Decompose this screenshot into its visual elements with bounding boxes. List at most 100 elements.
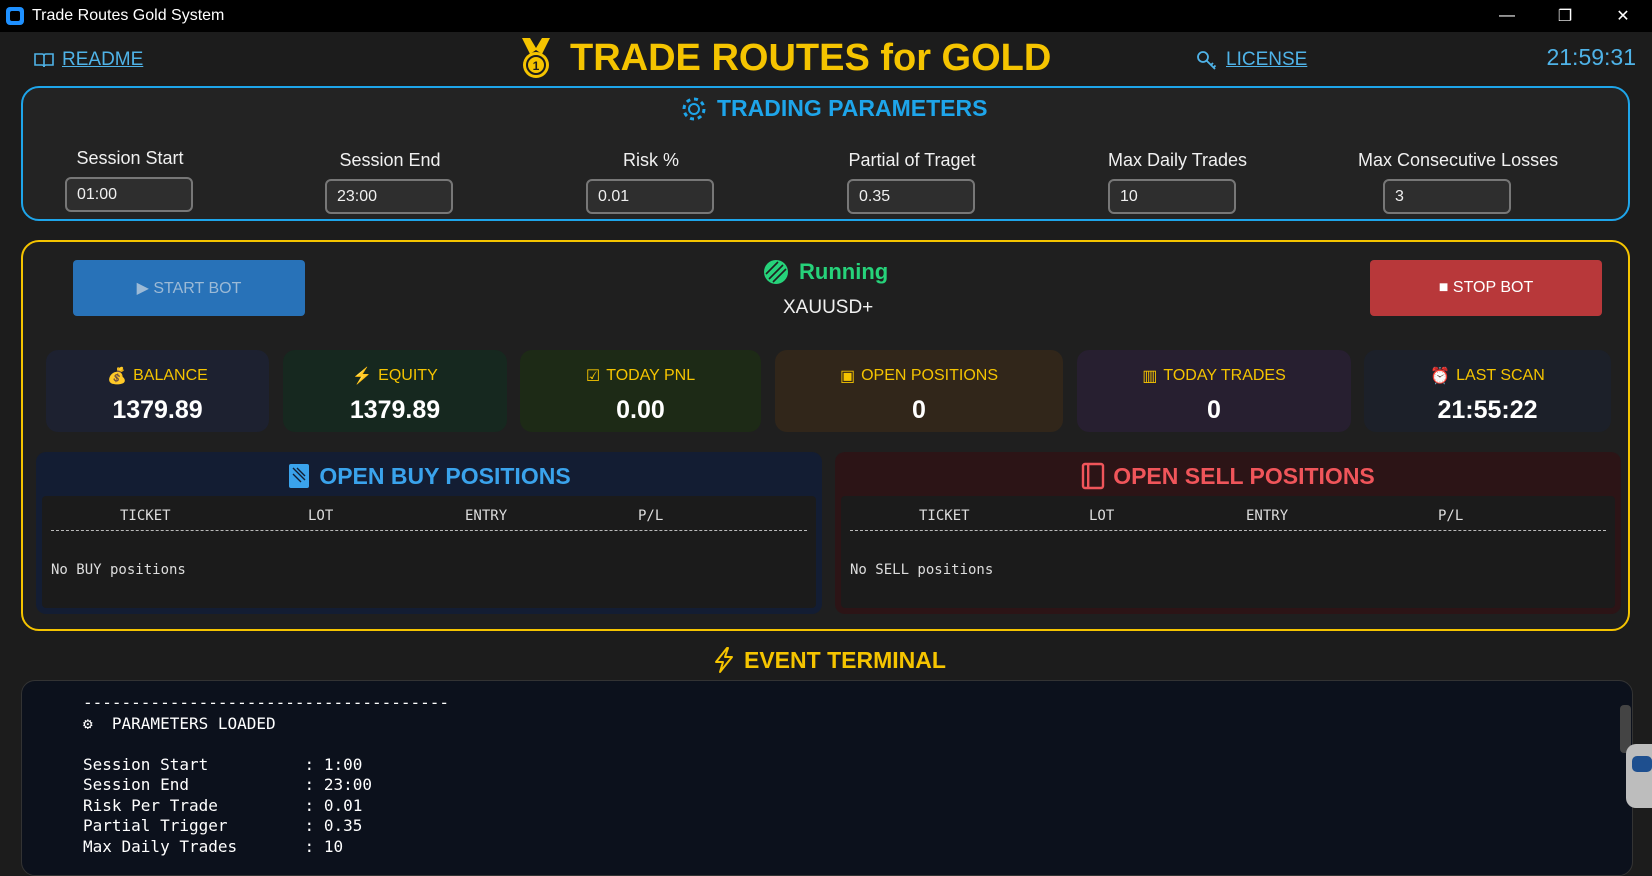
param-label: Session End bbox=[339, 150, 441, 170]
buy-positions-table: TICKET LOT ENTRY P/L No BUY positions bbox=[42, 496, 816, 608]
column-entry: ENTRY bbox=[465, 508, 508, 524]
max-consecutive-losses-input[interactable] bbox=[1383, 179, 1511, 214]
stop-bot-button[interactable]: ■ STOP BOT bbox=[1370, 260, 1602, 316]
app-header: README 1 TRADE ROUTES for GOLD LICENSE 2… bbox=[0, 32, 1652, 86]
session-end-input[interactable] bbox=[325, 179, 453, 214]
alarm-clock-icon: ⏰ bbox=[1430, 368, 1451, 385]
column-pl: P/L bbox=[1438, 508, 1464, 524]
app-title: 1 TRADE ROUTES for GOLD bbox=[514, 36, 1051, 80]
param-label: Partial of Traget bbox=[848, 150, 976, 170]
minimize-button[interactable]: — bbox=[1478, 0, 1536, 32]
today-pnl-label-text: TODAY PNL bbox=[606, 367, 696, 384]
buy-empty-message: No BUY positions bbox=[51, 562, 186, 578]
balance-card: 💰 BALANCE 1379.89 bbox=[46, 350, 269, 432]
license-label: LICENSE bbox=[1226, 49, 1308, 70]
open-buy-positions-panel: OPEN BUY POSITIONS TICKET LOT ENTRY P/L … bbox=[36, 452, 822, 614]
today-trades-label-text: TODAY TRADES bbox=[1163, 367, 1286, 384]
chart-icon: ☑ bbox=[585, 368, 601, 385]
gear-icon bbox=[682, 97, 706, 120]
today-trades-label: ▥ TODAY TRADES bbox=[1077, 366, 1351, 386]
param-session-end: Session End bbox=[325, 150, 565, 214]
today-trades-value: 0 bbox=[1207, 396, 1221, 424]
terminal-line: ⚙ PARAMETERS LOADED bbox=[83, 714, 276, 733]
terminal-line: Session End : 23:00 bbox=[83, 775, 372, 794]
session-start-input[interactable] bbox=[65, 177, 193, 212]
event-terminal-title: EVENT TERMINAL bbox=[712, 646, 946, 674]
param-max-daily-trades: Max Daily Trades bbox=[1108, 150, 1348, 214]
param-risk: Risk % bbox=[586, 150, 826, 214]
column-ticket: TICKET bbox=[120, 508, 171, 524]
trading-parameters-panel: TRADING PARAMETERS Session Start Session… bbox=[21, 86, 1630, 221]
balance-label: 💰 BALANCE bbox=[46, 366, 269, 386]
sell-table-header: TICKET LOT ENTRY P/L bbox=[841, 508, 1615, 526]
sell-positions-table: TICKET LOT ENTRY P/L No SELL positions bbox=[841, 496, 1615, 608]
balance-value: 1379.89 bbox=[112, 396, 203, 424]
red-book-icon bbox=[1082, 462, 1105, 490]
column-entry: ENTRY bbox=[1246, 508, 1289, 524]
event-terminal[interactable]: -------------------------------------- ⚙… bbox=[21, 680, 1633, 876]
param-label: Session Start bbox=[76, 148, 184, 168]
bot-status: Running bbox=[763, 259, 888, 285]
box-icon: ▣ bbox=[839, 368, 856, 385]
column-pl: P/L bbox=[638, 508, 664, 524]
param-max-consecutive-losses: Max Consecutive Losses bbox=[1358, 150, 1623, 214]
teamviewer-widget[interactable] bbox=[1626, 744, 1652, 808]
terminal-line: Session Start : 1:00 bbox=[83, 755, 363, 774]
status-dot-icon bbox=[764, 260, 788, 284]
max-daily-trades-input[interactable] bbox=[1108, 179, 1236, 214]
clock: 21:59:31 bbox=[1546, 44, 1636, 70]
balance-label-text: BALANCE bbox=[133, 367, 208, 384]
param-label: Risk % bbox=[622, 150, 679, 170]
key-icon bbox=[1197, 51, 1217, 70]
today-pnl-value: 0.00 bbox=[616, 396, 665, 424]
readme-link[interactable]: README bbox=[34, 49, 143, 71]
param-session-start: Session Start bbox=[65, 148, 305, 212]
open-positions-value: 0 bbox=[912, 396, 926, 424]
column-lot: LOT bbox=[1089, 508, 1115, 524]
sell-empty-message: No SELL positions bbox=[850, 562, 994, 578]
open-buy-positions-title-text: OPEN BUY POSITIONS bbox=[319, 462, 571, 489]
book-icon bbox=[34, 53, 54, 68]
last-scan-label-text: LAST SCAN bbox=[1456, 367, 1545, 384]
lightning-icon bbox=[715, 647, 733, 673]
buy-table-header: TICKET LOT ENTRY P/L bbox=[42, 508, 816, 526]
today-trades-card: ▥ TODAY TRADES 0 bbox=[1077, 350, 1351, 432]
terminal-line: Partial Trigger : 0.35 bbox=[83, 816, 363, 835]
readme-label: README bbox=[62, 49, 144, 70]
terminal-line: -------------------------------------- bbox=[83, 693, 450, 712]
open-positions-label-text: OPEN POSITIONS bbox=[861, 367, 999, 384]
open-sell-positions-title: OPEN SELL POSITIONS bbox=[835, 462, 1621, 490]
window-controls: — ❐ ✕ bbox=[1478, 0, 1652, 32]
license-link[interactable]: LICENSE bbox=[1196, 49, 1307, 71]
open-buy-positions-title: OPEN BUY POSITIONS bbox=[36, 462, 822, 490]
restore-button[interactable]: ❐ bbox=[1536, 0, 1594, 32]
column-ticket: TICKET bbox=[919, 508, 970, 524]
equity-value: 1379.89 bbox=[349, 396, 441, 424]
blue-book-icon bbox=[289, 464, 310, 488]
status-text: Running bbox=[799, 259, 889, 284]
risk-input[interactable] bbox=[586, 179, 714, 214]
teamviewer-icon bbox=[1632, 756, 1652, 772]
bar-chart-icon: ▥ bbox=[1142, 368, 1158, 385]
app-icon bbox=[6, 7, 24, 25]
trading-parameters-title-text: TRADING PARAMETERS bbox=[717, 95, 988, 121]
last-scan-value: 21:55:22 bbox=[1437, 396, 1538, 424]
window-title: Trade Routes Gold System bbox=[32, 7, 225, 24]
equity-card: ⚡ EQUITY 1379.89 bbox=[283, 350, 507, 432]
partial-target-input[interactable] bbox=[847, 179, 975, 214]
param-partial: Partial of Traget bbox=[847, 150, 1087, 214]
divider bbox=[850, 530, 1606, 531]
symbol-label: XAUUSD+ bbox=[783, 297, 874, 318]
trading-parameters-title: TRADING PARAMETERS bbox=[681, 95, 987, 122]
bot-control-panel: ▶ START BOT Running XAUUSD+ ■ STOP BOT 💰… bbox=[21, 240, 1630, 631]
today-pnl-card: ☑ TODAY PNL 0.00 bbox=[520, 350, 761, 432]
medal-icon: 1 bbox=[522, 38, 550, 78]
start-bot-button[interactable]: ▶ START BOT bbox=[73, 260, 305, 316]
equity-label: ⚡ EQUITY bbox=[283, 366, 507, 386]
open-positions-label: ▣ OPEN POSITIONS bbox=[775, 366, 1063, 386]
column-lot: LOT bbox=[308, 508, 334, 524]
open-sell-positions-panel: OPEN SELL POSITIONS TICKET LOT ENTRY P/L… bbox=[835, 452, 1621, 614]
param-label: Max Daily Trades bbox=[1108, 150, 1248, 170]
close-button[interactable]: ✕ bbox=[1594, 0, 1652, 32]
param-label: Max Consecutive Losses bbox=[1358, 150, 1559, 170]
